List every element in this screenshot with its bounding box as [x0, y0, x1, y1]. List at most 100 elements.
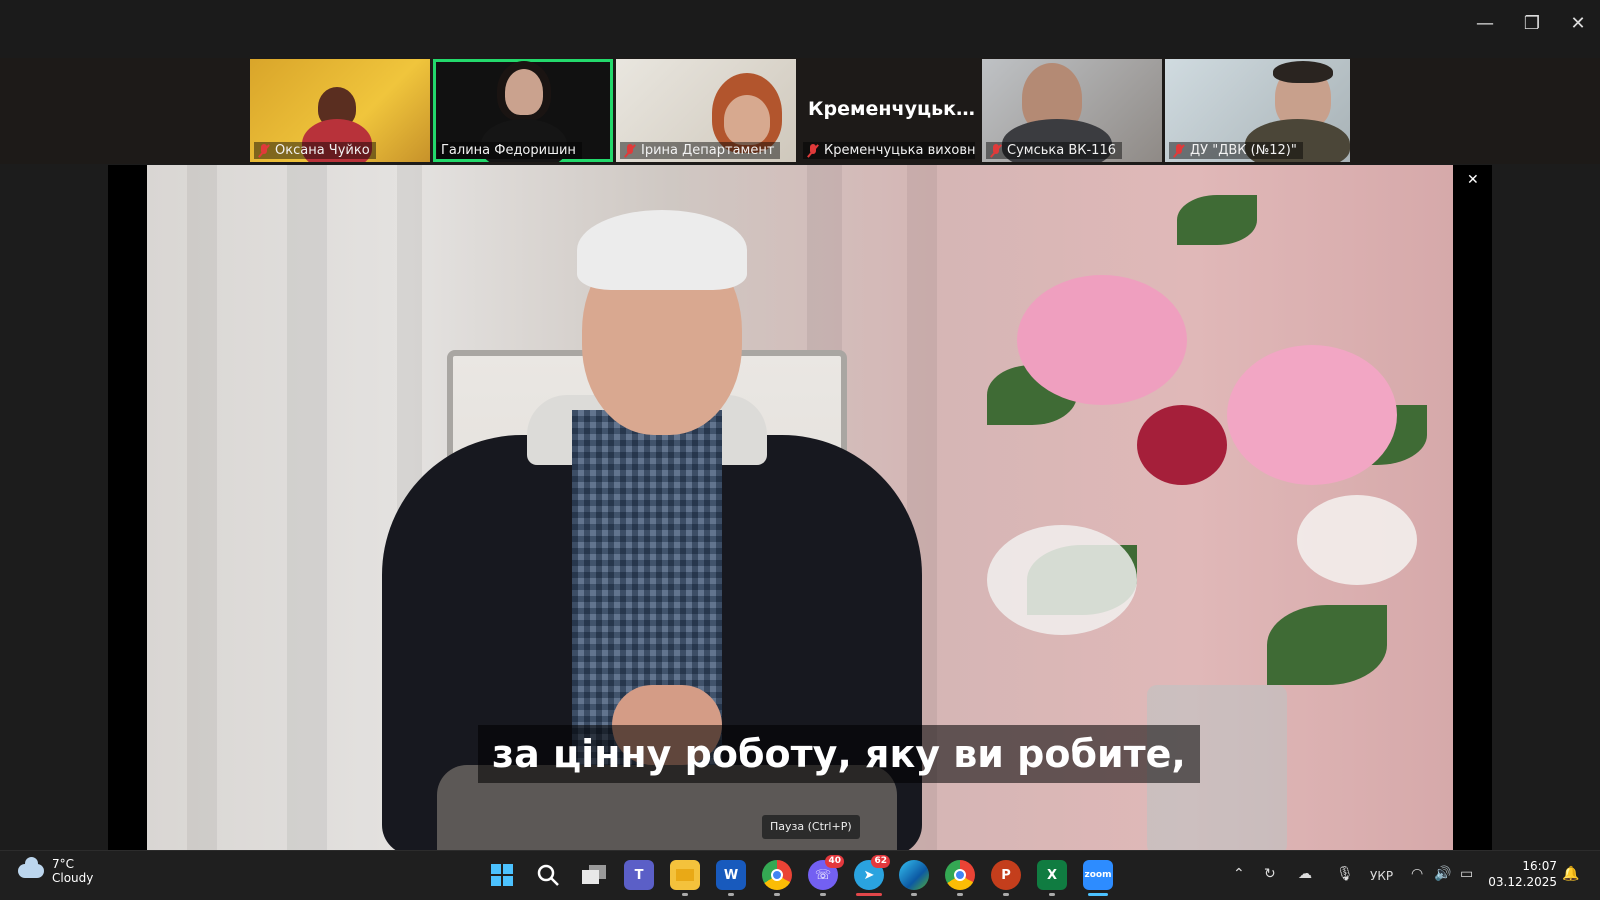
excel-button[interactable]: X	[1037, 860, 1067, 890]
notifications-button[interactable]: 🔔	[1562, 866, 1579, 882]
teams-button[interactable]: T	[624, 860, 654, 890]
gypsophila	[1297, 495, 1417, 585]
clock-date: 03.12.2025	[1488, 875, 1557, 889]
viber-badge: 40	[825, 855, 844, 868]
sync-tray-button[interactable]: ↻	[1264, 866, 1276, 882]
wifi-tray-button[interactable]: ◠	[1411, 866, 1423, 882]
zoom-button[interactable]: zoom	[1083, 860, 1113, 890]
viber-button[interactable]: ☏ 40	[808, 855, 844, 890]
speaker-icon: 🔊	[1434, 866, 1452, 882]
edge-button[interactable]	[899, 860, 929, 890]
curtain	[287, 165, 327, 850]
clock-time: 16:07	[1522, 859, 1557, 873]
chevron-up-icon: ⌃	[1233, 866, 1245, 882]
chrome-button[interactable]	[762, 860, 792, 890]
telegram-badge: 62	[871, 855, 890, 868]
close-button[interactable]: ✕	[1558, 10, 1598, 36]
participant-tile[interactable]: ДУ "ДВК (№12)"	[1165, 59, 1350, 162]
task-view-button[interactable]	[579, 860, 609, 890]
participant-name: Ірина Департамент	[620, 142, 781, 159]
wifi-icon: ◠	[1411, 866, 1424, 882]
roses	[1137, 405, 1227, 485]
weather-condition: Cloudy	[52, 871, 94, 885]
mic-muted-icon	[1173, 143, 1185, 158]
running-indicator-active	[856, 893, 882, 896]
running-indicator	[957, 893, 963, 896]
pause-tooltip: Пауза (Ctrl+P)	[762, 815, 860, 839]
speaker-hair	[577, 210, 747, 290]
video-close-button[interactable]: ✕	[1467, 172, 1479, 188]
file-explorer-icon	[676, 869, 694, 881]
sync-icon: ↻	[1264, 866, 1276, 882]
participant-name: Кременчуцька виховна к...	[803, 142, 975, 159]
running-indicator	[820, 893, 826, 896]
cloud-icon	[18, 857, 44, 878]
chrome-icon	[954, 869, 966, 881]
restore-icon: ❐	[1523, 12, 1541, 34]
participant-name: Сумська ВК-116	[986, 142, 1122, 159]
windows-start-icon	[491, 864, 513, 886]
participant-tile[interactable]: Сумська ВК-116	[982, 59, 1162, 162]
mic-muted-icon	[258, 143, 270, 158]
chrome-button-2[interactable]	[945, 860, 975, 890]
battery-tray-button[interactable]: ▭	[1460, 866, 1473, 882]
microphone-tray-button[interactable]: 🎙	[1336, 866, 1354, 882]
participant-video	[1273, 61, 1333, 83]
battery-icon: ▭	[1460, 866, 1474, 882]
word-icon: W	[723, 867, 739, 883]
show-hidden-icons-button[interactable]: ⌃	[1233, 866, 1245, 882]
running-indicator	[1049, 893, 1055, 896]
chrome-icon	[771, 869, 783, 881]
running-indicator	[911, 893, 917, 896]
mic-muted-icon	[624, 143, 636, 158]
minimize-icon: —	[1476, 12, 1494, 34]
participant-tile[interactable]: Оксана Чуйко	[250, 59, 430, 162]
windows-start-button[interactable]	[487, 860, 517, 890]
participant-display-title: Кременчуцька...	[808, 98, 984, 120]
running-indicator	[774, 893, 780, 896]
excel-icon: X	[1046, 867, 1058, 883]
video-subtitle: за цінну роботу, яку ви робите,	[478, 725, 1200, 783]
file-explorer-button[interactable]	[670, 860, 700, 890]
leaf	[1177, 195, 1257, 245]
zoom-icon: zoom	[1084, 870, 1112, 880]
telegram-button[interactable]: ➤ 62	[854, 855, 890, 890]
language-indicator[interactable]: УКР	[1370, 869, 1393, 883]
powerpoint-button[interactable]: P	[991, 860, 1021, 890]
participant-tile-active[interactable]: Галина Федоришин	[433, 59, 613, 162]
minimize-button[interactable]: —	[1465, 10, 1505, 36]
weather-widget[interactable]: 7°C Cloudy	[18, 857, 93, 885]
weather-temp: 7°C	[52, 857, 75, 871]
search-icon	[537, 864, 559, 886]
system-clock[interactable]: 16:07 03.12.2025	[1488, 858, 1557, 890]
taskbar	[0, 850, 1600, 900]
hydrangea	[1227, 345, 1397, 485]
participant-name: Галина Федоришин	[437, 142, 582, 159]
leaf	[1267, 605, 1387, 685]
task-view-icon	[582, 865, 606, 884]
desktop: { "window": { "minimize_glyph": "—", "re…	[0, 0, 1600, 900]
hydrangea	[1017, 275, 1187, 405]
search-button[interactable]	[533, 860, 563, 890]
viber-icon: ☏	[814, 867, 832, 883]
notification-bell-icon: 🔔	[1562, 866, 1580, 882]
participant-name: ДУ "ДВК (№12)"	[1169, 142, 1303, 159]
microphone-icon: 🎙	[1336, 866, 1354, 882]
zoom-title-bar	[0, 0, 1600, 58]
participant-tile[interactable]: Ірина Департамент	[616, 59, 796, 162]
curtain	[187, 165, 217, 850]
participant-video	[505, 69, 543, 115]
gypsophila	[987, 525, 1137, 635]
teams-icon: T	[634, 867, 644, 883]
cloud-off-icon: ☁	[1298, 866, 1312, 882]
mic-muted-icon	[990, 143, 1002, 158]
running-indicator	[1003, 893, 1009, 896]
telegram-icon: ➤	[863, 867, 875, 883]
restore-button[interactable]: ❐	[1512, 10, 1552, 36]
running-indicator-active	[1088, 893, 1108, 896]
running-indicator	[728, 893, 734, 896]
volume-tray-button[interactable]: 🔊	[1434, 866, 1451, 882]
powerpoint-icon: P	[1001, 867, 1011, 883]
onedrive-tray-button[interactable]: ☁	[1298, 866, 1312, 882]
word-button[interactable]: W	[716, 860, 746, 890]
